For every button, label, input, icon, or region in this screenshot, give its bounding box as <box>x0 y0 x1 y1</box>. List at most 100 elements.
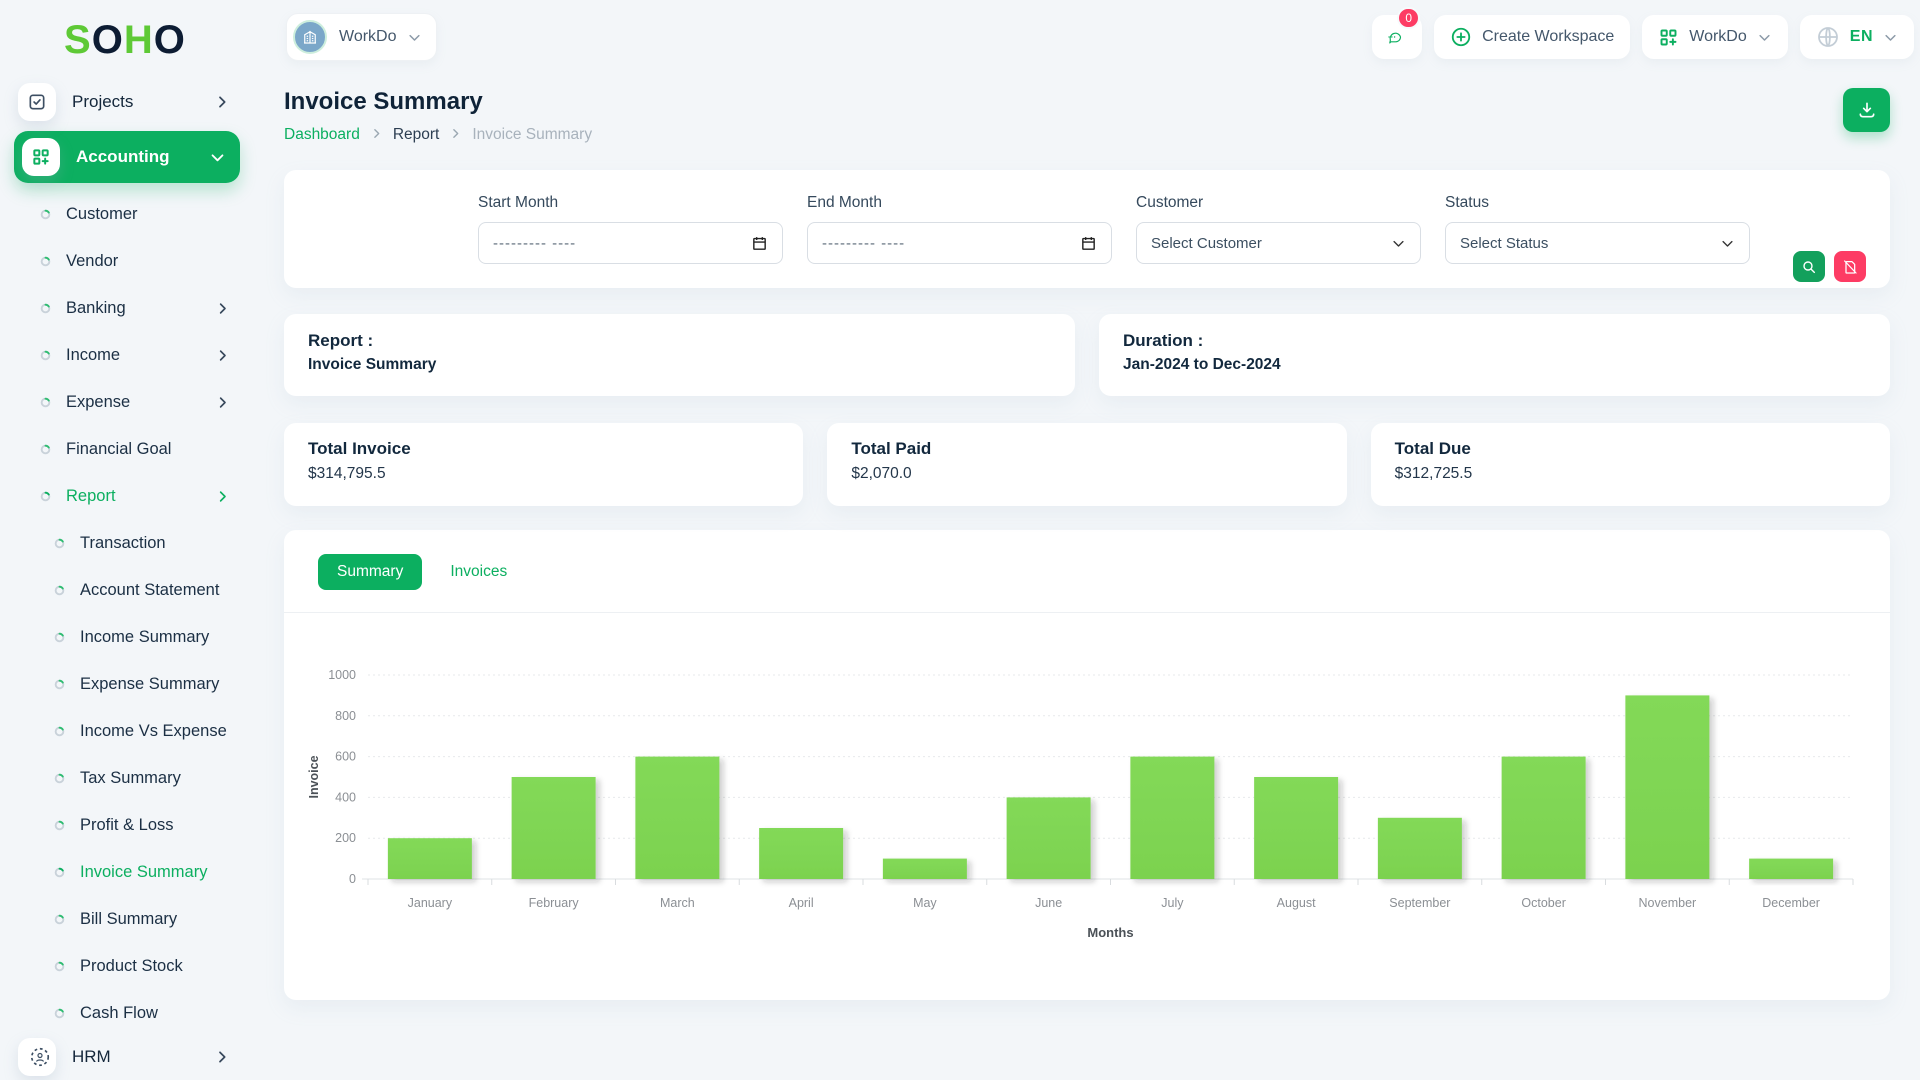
svg-text:June: June <box>1035 896 1062 910</box>
svg-text:July: July <box>1161 896 1184 910</box>
sidebar-item-income-summary[interactable]: Income Summary <box>0 614 254 661</box>
sidebar-item-vendor[interactable]: Vendor <box>0 238 254 285</box>
chevron-down-icon <box>209 149 226 166</box>
bullet-icon <box>54 867 65 878</box>
bullet-icon <box>40 303 51 314</box>
bullet-icon <box>54 632 65 643</box>
svg-text:Invoice: Invoice <box>307 755 321 798</box>
sidebar-item-label: Invoice Summary <box>80 863 208 881</box>
sidebar-item-transaction[interactable]: Transaction <box>0 520 254 567</box>
calendar-icon <box>753 236 766 250</box>
sidebar-item-expense-summary[interactable]: Expense Summary <box>0 661 254 708</box>
sidebar-item-hrm[interactable]: HRM <box>14 1034 240 1080</box>
svg-text:800: 800 <box>335 709 356 723</box>
sidebar-item-tax-summary[interactable]: Tax Summary <box>0 755 254 802</box>
chevron-down-icon <box>408 34 420 41</box>
total-label: Total Invoice <box>308 439 411 458</box>
end-month-input[interactable]: --------- ---- <box>807 222 1112 264</box>
sidebar-item-label: Bill Summary <box>80 910 178 928</box>
sidebar-item-invoice-summary[interactable]: Invoice Summary <box>0 849 254 896</box>
sidebar-item-label: Accounting <box>76 147 170 166</box>
bullet-icon <box>40 350 51 361</box>
language-selector[interactable]: EN <box>1799 15 1914 59</box>
download-icon <box>1859 102 1874 118</box>
sidebar: SOHO Projects Accounting Customer Vendor… <box>0 0 254 1080</box>
total-card-total-paid: Total Paid $2,070.0 <box>827 423 1347 506</box>
globe-icon <box>1817 27 1838 47</box>
end-month-label: End Month <box>807 194 882 211</box>
sidebar-item-label: HRM <box>72 1047 111 1066</box>
svg-text:400: 400 <box>335 790 356 804</box>
workdo-menu-button[interactable]: WorkDo <box>1642 15 1788 59</box>
sidebar-item-customer[interactable]: Customer <box>0 191 254 238</box>
sidebar-item-projects[interactable]: Projects <box>14 79 240 125</box>
sidebar-item-income-vs-expense[interactable]: Income Vs Expense <box>0 708 254 755</box>
breadcrumb-dashboard[interactable]: Dashboard <box>284 126 360 144</box>
sidebar-item-cash-flow[interactable]: Cash Flow <box>0 990 254 1037</box>
logo-letter: O <box>91 18 124 62</box>
status-select[interactable]: Select Status <box>1445 222 1750 264</box>
sidebar-item-accounting[interactable]: Accounting <box>14 131 240 183</box>
sidebar-item-expense[interactable]: Expense <box>0 379 254 426</box>
chevron-right-icon <box>215 348 230 363</box>
download-button[interactable] <box>1843 88 1890 132</box>
filter-panel: Start Month --------- ---- End Month ---… <box>284 170 1890 288</box>
total-card-total-due: Total Due $312,725.5 <box>1370 423 1890 506</box>
bullet-icon <box>54 726 65 737</box>
apply-filter-button[interactable] <box>1793 251 1825 282</box>
bullet-icon <box>40 444 51 455</box>
sidebar-item-label: Transaction <box>80 534 166 552</box>
chart-card: Summary Invoices 0 200 400 600 800 1000 Januar… <box>284 530 1890 1000</box>
svg-text:February: February <box>529 896 580 910</box>
svg-text:600: 600 <box>335 750 356 764</box>
grid-plus-icon <box>1660 29 1677 45</box>
reset-filter-button[interactable] <box>1834 251 1866 282</box>
sidebar-item-income[interactable]: Income <box>0 332 254 379</box>
sidebar-item-bill-summary[interactable]: Bill Summary <box>0 896 254 943</box>
svg-text:Months: Months <box>1087 925 1133 940</box>
customer-label: Customer <box>1136 194 1204 211</box>
messages-badge: 0 <box>1397 7 1421 29</box>
duration-info-title: Duration : <box>1123 331 1204 350</box>
sidebar-item-product-stock[interactable]: Product Stock <box>0 943 254 990</box>
svg-text:200: 200 <box>335 831 356 845</box>
tab-invoices[interactable]: Invoices <box>450 563 507 581</box>
workspace-avatar <box>293 20 327 54</box>
sidebar-item-banking[interactable]: Banking <box>0 285 254 332</box>
start-month-input[interactable]: --------- ---- <box>478 222 783 264</box>
total-label: Total Due <box>1394 439 1471 458</box>
logo-letter: O <box>153 18 186 62</box>
workspace-switcher[interactable]: WorkDo <box>286 13 437 61</box>
bullet-icon <box>54 1008 65 1019</box>
bullet-icon <box>40 256 51 267</box>
page-title: Invoice Summary <box>284 88 483 115</box>
report-info-title: Report : <box>308 331 374 350</box>
calendar-icon <box>1082 236 1095 250</box>
chevron-down-icon <box>1722 240 1733 247</box>
duration-info-card: Duration : Jan-2024 to Dec-2024 <box>1099 314 1890 396</box>
bullet-icon <box>54 820 65 831</box>
app-logo[interactable]: SOHO <box>0 10 254 77</box>
plus-circle-icon <box>1451 27 1471 47</box>
chevron-right-icon <box>214 1049 230 1065</box>
messages-button[interactable]: 0 <box>1372 7 1423 59</box>
grid-plus-icon <box>22 138 60 176</box>
sidebar-item-label: Projects <box>72 92 134 111</box>
workdo-menu-label: WorkDo <box>1689 28 1747 45</box>
customer-select[interactable]: Select Customer <box>1136 222 1421 264</box>
sidebar-item-financial-goal[interactable]: Financial Goal <box>0 426 254 473</box>
svg-text:1000: 1000 <box>328 668 356 682</box>
sidebar-item-label: Financial Goal <box>66 440 172 458</box>
breadcrumb-report[interactable]: Report <box>393 126 440 144</box>
tab-summary[interactable]: Summary <box>318 554 423 590</box>
status-label: Status <box>1445 194 1489 211</box>
create-workspace-button[interactable]: Create Workspace <box>1434 15 1631 59</box>
sidebar-item-report[interactable]: Report <box>0 473 254 520</box>
sidebar-item-label: Tax Summary <box>80 769 181 787</box>
duration-info-value: Jan-2024 to Dec-2024 <box>1123 356 1281 373</box>
svg-text:May: May <box>913 896 937 910</box>
report-info-card: Report : Invoice Summary <box>284 314 1075 396</box>
sidebar-item-account-statement[interactable]: Account Statement <box>0 567 254 614</box>
search-icon <box>1803 260 1816 273</box>
sidebar-item-profit-loss[interactable]: Profit & Loss <box>0 802 254 849</box>
